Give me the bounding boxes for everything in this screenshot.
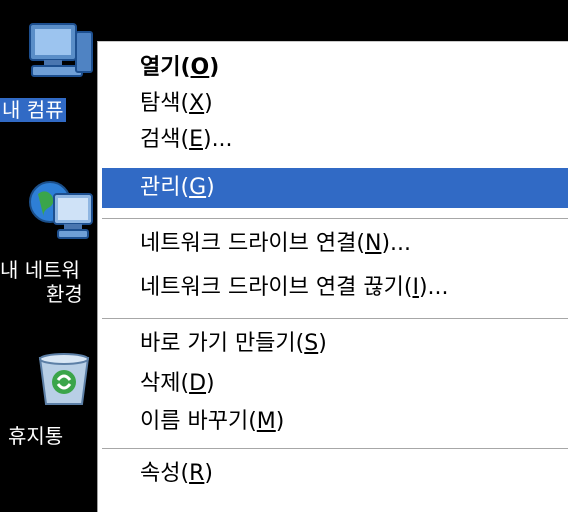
desktop-icon-label: 내 컴퓨 bbox=[0, 98, 66, 122]
menu-separator bbox=[102, 218, 568, 219]
menu-item-rename[interactable]: 이름 바꾸기(M) bbox=[102, 404, 568, 440]
desktop-icon-label: 내 네트워 bbox=[0, 258, 80, 282]
menu-item-label: 검색( bbox=[140, 127, 190, 152]
desktop-icon-label: 휴지통 bbox=[8, 424, 64, 448]
menu-item-explore[interactable]: 탐색(X) bbox=[102, 86, 568, 122]
accelerator-key: R bbox=[189, 461, 205, 486]
menu-item-create-shortcut[interactable]: 바로 가기 만들기(S) bbox=[102, 326, 568, 362]
menu-item-label: 네트워크 드라이브 연결( bbox=[140, 231, 365, 256]
menu-item-manage[interactable]: 관리(G) bbox=[102, 168, 568, 208]
accelerator-key: G bbox=[189, 175, 207, 200]
menu-item-label: 네트워크 드라이브 연결 끊기( bbox=[140, 275, 413, 300]
context-menu: 열기(O) 탐색(X) 검색(E)... 관리(G) 네트워크 드라이브 연결(… bbox=[97, 41, 568, 512]
menu-item-label: ) bbox=[275, 409, 285, 434]
menu-item-label: 관리( bbox=[140, 175, 190, 200]
menu-item-search[interactable]: 검색(E)... bbox=[102, 122, 568, 158]
recycle-bin-icon bbox=[38, 353, 90, 405]
menu-item-label: ) bbox=[206, 175, 215, 200]
menu-item-disconnect-network-drive[interactable]: 네트워크 드라이브 연결 끊기(I)... bbox=[102, 270, 568, 306]
menu-item-label: 열기( bbox=[140, 55, 191, 80]
menu-item-label: ) bbox=[204, 461, 213, 486]
accelerator-key: X bbox=[189, 91, 205, 116]
menu-item-label: 속성( bbox=[140, 461, 190, 486]
menu-item-label: )... bbox=[418, 275, 449, 300]
accelerator-key: O bbox=[190, 55, 210, 80]
menu-item-label: ) bbox=[204, 91, 213, 116]
menu-item-label: ) bbox=[206, 371, 215, 396]
accelerator-key: N bbox=[364, 231, 382, 256]
my-computer-icon bbox=[29, 23, 93, 77]
menu-item-label: 삭제( bbox=[140, 371, 190, 396]
menu-item-map-network-drive[interactable]: 네트워크 드라이브 연결(N)... bbox=[102, 226, 568, 262]
menu-item-label: )... bbox=[202, 127, 233, 152]
menu-item-label: ) bbox=[209, 55, 220, 80]
menu-item-open[interactable]: 열기(O) bbox=[102, 50, 568, 86]
menu-separator bbox=[102, 448, 568, 449]
menu-item-properties[interactable]: 속성(R) bbox=[102, 456, 568, 492]
menu-item-label: ) bbox=[318, 331, 327, 356]
menu-separator bbox=[102, 318, 568, 319]
desktop-icon-label: 환경 bbox=[46, 282, 83, 306]
menu-item-label: 바로 가기 만들기( bbox=[140, 331, 305, 356]
accelerator-key: E bbox=[189, 127, 203, 152]
menu-item-label: )... bbox=[381, 231, 412, 256]
accelerator-key: M bbox=[256, 409, 276, 434]
menu-item-delete[interactable]: 삭제(D) bbox=[102, 366, 568, 402]
menu-item-label: 이름 바꾸기( bbox=[140, 409, 257, 434]
menu-item-label: 탐색( bbox=[140, 91, 190, 116]
accelerator-key: S bbox=[304, 331, 319, 356]
accelerator-key: D bbox=[189, 371, 207, 396]
network-places-icon bbox=[29, 181, 93, 239]
